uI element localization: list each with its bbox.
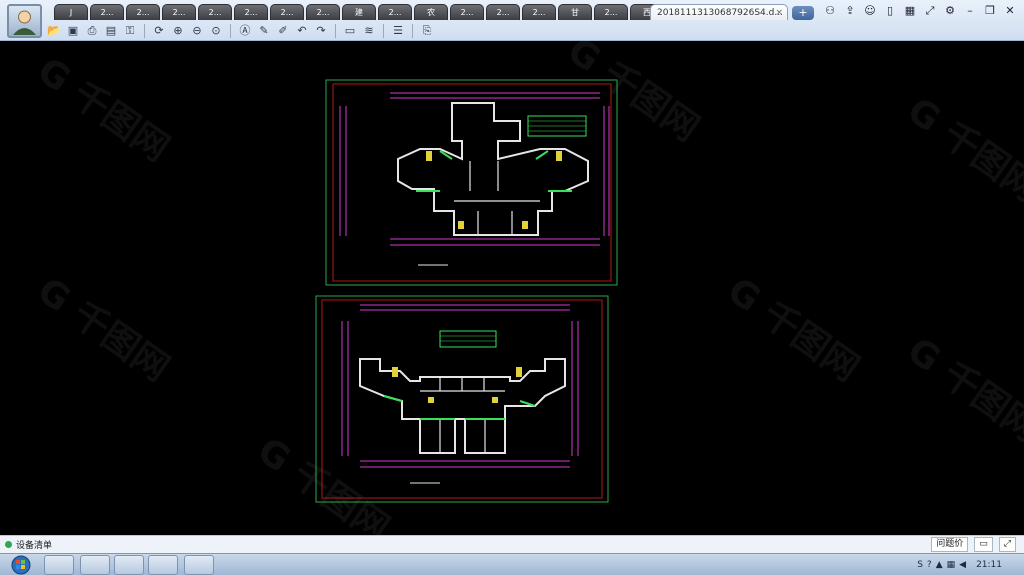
file-tab[interactable]: 2... (270, 4, 304, 20)
share-icon[interactable]: ⇪ (842, 3, 858, 19)
text-icon[interactable]: Ⓐ (237, 23, 253, 39)
zoom-fit-icon[interactable]: ⊙ (208, 23, 224, 39)
file-tab[interactable]: 2... (126, 4, 160, 20)
taskbar-app-qq[interactable] (114, 555, 144, 575)
comment-icon[interactable]: ▭ (974, 537, 993, 552)
toolbar: 📂 ▣ ⎙ ▤ ⚿ ⟳ ⊕ ⊖ ⊙ Ⓐ ✎ ✐ ↶ ↷ ▭ ≋ ☰ ⎘ (46, 22, 435, 40)
active-tab-label: 20181113130687926S4.d... (657, 8, 783, 18)
file-tab[interactable]: 2... (234, 4, 268, 20)
taskbar: S ? ▲ ▦ ◀ 21:11 (0, 553, 1024, 575)
save-icon[interactable]: ▣ (65, 23, 81, 39)
file-tab[interactable]: 2... (450, 4, 484, 20)
zoom-in-icon[interactable]: ⊕ (170, 23, 186, 39)
dimension-icon[interactable]: ≋ (361, 23, 377, 39)
minimize-icon[interactable]: – (962, 3, 978, 19)
phone-icon[interactable]: ▯ (882, 3, 898, 19)
file-tab[interactable]: 2... (378, 4, 412, 20)
clock[interactable]: 21:11 (976, 560, 1002, 570)
file-tab[interactable]: 2... (522, 4, 556, 20)
zoom-out-icon[interactable]: ⊖ (189, 23, 205, 39)
status-bar: 设备清单 问题价 ▭ ⤢ (0, 535, 1024, 553)
floor-plan-sheet-2 (315, 295, 609, 503)
taskbar-app-archive[interactable] (148, 555, 178, 575)
add-tab-button[interactable]: + (792, 6, 814, 20)
system-tray: S ? ▲ ▦ ◀ 21:11 (917, 554, 1024, 575)
active-file-tab[interactable]: 20181113130687926S4.d... × (650, 4, 788, 20)
file-tab[interactable]: 建 (342, 4, 376, 20)
restore-icon[interactable]: ❐ (982, 3, 998, 19)
start-button[interactable] (6, 554, 36, 575)
status-dot-icon (5, 541, 12, 548)
undo-icon[interactable]: ↶ (294, 23, 310, 39)
user-avatar[interactable] (7, 4, 42, 38)
drawing-canvas[interactable]: G 千图网 G 千图网 G 千图网 G 千图网 G 千图网 G 千图网 G 千图… (0, 41, 1024, 535)
file-tab[interactable]: 2... (306, 4, 340, 20)
expand-icon[interactable]: ⤢ (998, 537, 1016, 552)
pdf-icon[interactable]: ▤ (103, 23, 119, 39)
status-text[interactable]: 设备清单 (16, 538, 52, 551)
input-method-icon[interactable]: S (917, 560, 923, 570)
window-controls: ⚇ ⇪ ☺ ▯ ▦ ⤢ ⚙ – ❐ ✕ (822, 3, 1018, 19)
close-icon[interactable]: ✕ (1002, 3, 1018, 19)
taskbar-app-cad[interactable] (184, 555, 214, 575)
help-icon[interactable]: ? (927, 560, 932, 570)
measure-icon[interactable]: ▭ (342, 23, 358, 39)
tray-arrow-icon[interactable]: ▲ (936, 560, 943, 570)
taskbar-app-explorer[interactable] (80, 555, 110, 575)
redo-icon[interactable]: ↷ (313, 23, 329, 39)
toolbar-separator (335, 24, 336, 38)
file-tab[interactable]: 2... (486, 4, 520, 20)
lock-icon[interactable]: ⚿ (122, 23, 138, 39)
chat-icon[interactable]: ☺ (862, 3, 878, 19)
file-tab[interactable]: 甘 (558, 4, 592, 20)
file-tab[interactable]: 2... (162, 4, 196, 20)
toolbar-separator (144, 24, 145, 38)
export-icon[interactable]: ⎘ (419, 23, 435, 39)
file-tab[interactable]: 2... (198, 4, 232, 20)
toolbar-separator (412, 24, 413, 38)
file-tab[interactable]: 农 (414, 4, 448, 20)
toolbar-separator (383, 24, 384, 38)
title-bar: J 2... 2... 2... 2... 2... 2... 2... 建 2… (0, 0, 1024, 41)
markup-icon[interactable]: ✐ (275, 23, 291, 39)
volume-icon[interactable]: ◀ (959, 560, 966, 570)
users-icon[interactable]: ⚇ (822, 3, 838, 19)
file-tab[interactable]: J (54, 4, 88, 20)
file-tabs: J 2... 2... 2... 2... 2... 2... 2... 建 2… (50, 2, 820, 20)
calendar-icon[interactable]: ▦ (902, 3, 918, 19)
open-icon[interactable]: 📂 (46, 23, 62, 39)
layers-icon[interactable]: ☰ (390, 23, 406, 39)
print-icon[interactable]: ⎙ (84, 23, 100, 39)
taskbar-app-browser[interactable] (44, 555, 74, 575)
file-tab[interactable]: 2... (90, 4, 124, 20)
rotate-icon[interactable]: ⟳ (151, 23, 167, 39)
pencil-icon[interactable]: ✎ (256, 23, 272, 39)
fullscreen-icon[interactable]: ⤢ (922, 3, 938, 19)
cad-viewer-window: J 2... 2... 2... 2... 2... 2... 2... 建 2… (0, 0, 1024, 575)
file-tab[interactable]: 2... (594, 4, 628, 20)
toolbar-separator (230, 24, 231, 38)
feedback-button[interactable]: 问题价 (931, 537, 969, 552)
network-icon[interactable]: ▦ (947, 560, 956, 570)
status-right: 问题价 ▭ ⤢ (931, 537, 1016, 552)
floor-plan-sheet-1 (325, 79, 618, 286)
close-tab-icon[interactable]: × (775, 5, 783, 20)
floor-plans (315, 79, 618, 503)
settings-icon[interactable]: ⚙ (942, 3, 958, 19)
